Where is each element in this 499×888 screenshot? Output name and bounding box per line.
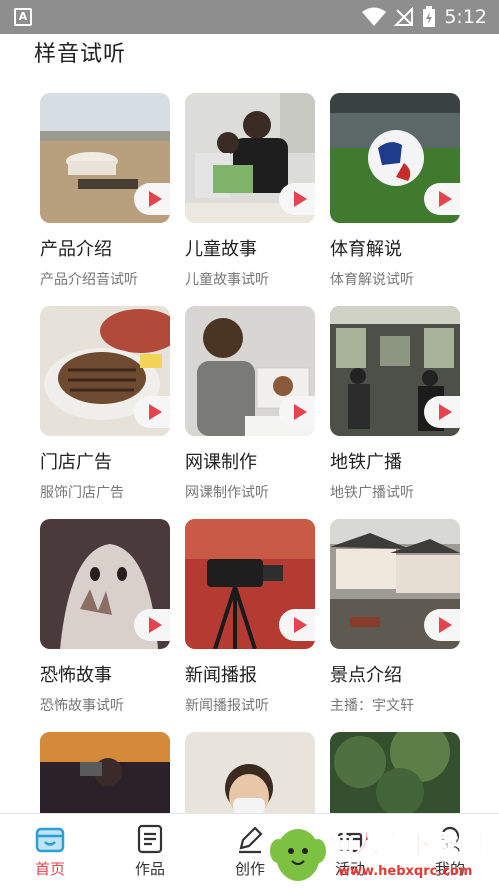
play-icon (438, 191, 452, 207)
watermark-logo: 仙人掌下载网 www.hebxqrc.com (268, 815, 493, 883)
card-subtitle: 网课制作试听 (185, 485, 269, 501)
card-title: 体育解说 (330, 239, 402, 260)
card-title: 新闻播报 (185, 665, 257, 686)
app-notification-icon: A (14, 8, 32, 26)
thumbnail-subway-image (330, 306, 460, 436)
play-button[interactable] (279, 183, 315, 215)
play-button[interactable] (279, 396, 315, 428)
card-subtitle: 服饰门店广告 (40, 485, 124, 501)
home-store-icon (35, 827, 65, 853)
sample-card-sports[interactable]: 体育解说 体育解说试听 (330, 93, 460, 289)
document-icon (137, 824, 163, 854)
play-icon (148, 191, 162, 207)
tab-label: 首页 (34, 860, 65, 878)
thumbnail-news-camera-image (185, 519, 315, 649)
play-button[interactable] (424, 396, 460, 428)
thumbnail-water-town-image (330, 519, 460, 649)
card-subtitle: 主播：宇文轩 (330, 698, 414, 714)
play-icon (293, 191, 307, 207)
sample-card-metro[interactable]: 地铁广播 地铁广播试听 (330, 306, 460, 502)
card-title: 网课制作 (185, 452, 257, 473)
status-time: 5:12 (444, 6, 487, 28)
sample-card-children-story[interactable]: 儿童故事 儿童故事试听 (185, 93, 315, 289)
tab-label: 作品 (134, 860, 165, 878)
sample-card-online-course[interactable]: 网课制作 网课制作试听 (185, 306, 315, 502)
thumbnail-football-image (330, 93, 460, 223)
thumbnail-reading-family-image (185, 93, 315, 223)
wifi-icon (362, 7, 387, 26)
play-icon (438, 404, 452, 420)
card-subtitle: 体育解说试听 (330, 272, 414, 288)
card-subtitle: 恐怖故事试听 (40, 698, 124, 714)
card-subtitle: 地铁广播试听 (330, 485, 414, 501)
play-icon (148, 404, 162, 420)
card-title: 地铁广播 (330, 452, 402, 473)
thumbnail-grilled-fish-image (40, 306, 170, 436)
card-title: 产品介绍 (40, 239, 112, 260)
status-bar: A 5:12 (0, 0, 499, 34)
play-icon (438, 617, 452, 633)
sample-card-product[interactable]: 产品介绍 产品介绍音试听 (40, 93, 170, 289)
card-subtitle: 产品介绍音试听 (40, 272, 138, 288)
card-title: 儿童故事 (185, 239, 257, 260)
sample-card-news[interactable]: 新闻播报 新闻播报试听 (185, 519, 315, 715)
play-button[interactable] (134, 396, 170, 428)
tab-works[interactable]: 作品 (110, 814, 190, 888)
card-title: 恐怖故事 (40, 665, 112, 686)
sample-card-store-ad[interactable]: 门店广告 服饰门店广告 (40, 306, 170, 502)
play-button[interactable] (134, 183, 170, 215)
play-icon (293, 404, 307, 420)
play-button[interactable] (424, 183, 460, 215)
battery-charging-icon (423, 6, 436, 27)
no-signal-icon (394, 7, 414, 26)
play-icon (293, 617, 307, 633)
play-icon (148, 617, 162, 633)
play-button[interactable] (424, 609, 460, 641)
thumbnail-ghost-image (40, 519, 170, 649)
card-title: 门店广告 (40, 452, 112, 473)
section-title: 样音试听 (34, 42, 127, 67)
thumbnail-video-call-image (185, 306, 315, 436)
svg-text:www.hebxqrc.com: www.hebxqrc.com (338, 864, 472, 879)
sample-card-horror[interactable]: 恐怖故事 恐怖故事试听 (40, 519, 170, 715)
card-title: 景点介绍 (330, 665, 402, 686)
card-subtitle: 儿童故事试听 (185, 272, 269, 288)
sample-card-scenic[interactable]: 景点介绍 主播：宇文轩 (330, 519, 460, 715)
thumbnail-yurt-image (40, 93, 170, 223)
pen-icon (239, 826, 263, 854)
play-button[interactable] (134, 609, 170, 641)
card-subtitle: 新闻播报试听 (185, 698, 269, 714)
tab-home[interactable]: 首页 (10, 814, 90, 888)
svg-text:仙人掌下载网: 仙人掌下载网 (328, 830, 484, 860)
play-button[interactable] (279, 609, 315, 641)
